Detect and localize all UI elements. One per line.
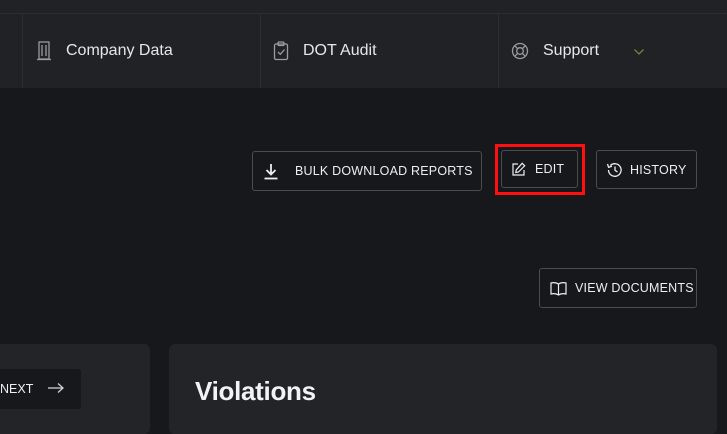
nav-item-label: Support — [543, 42, 600, 59]
nav-item-company-data[interactable]: Company Data — [36, 14, 173, 88]
arrow-right-icon — [47, 382, 65, 397]
bulk-download-label: BULK DOWNLOAD REPORTS — [295, 164, 473, 178]
edit-label: EDIT — [535, 162, 565, 176]
history-label: HISTORY — [630, 162, 687, 177]
bulk-download-reports-button[interactable]: BULK DOWNLOAD REPORTS — [252, 151, 482, 191]
top-strip — [0, 0, 727, 14]
next-button[interactable]: NEXT — [0, 369, 81, 409]
pencil-square-icon — [511, 161, 526, 177]
history-icon — [606, 162, 623, 178]
nav-item-label: DOT Audit — [303, 42, 377, 59]
nav-divider — [498, 14, 499, 88]
lifebuoy-icon — [511, 42, 529, 60]
history-button[interactable]: HISTORY — [596, 150, 697, 189]
clipboard-check-icon — [273, 41, 289, 61]
open-book-icon — [550, 281, 567, 296]
nav-item-support[interactable]: Support — [511, 14, 599, 88]
nav-item-dot-audit[interactable]: DOT Audit — [273, 14, 377, 88]
chevron-down-icon[interactable] — [633, 43, 645, 61]
view-documents-label: VIEW DOCUMENTS — [575, 281, 694, 295]
next-label: NEXT — [0, 382, 34, 396]
view-documents-button[interactable]: VIEW DOCUMENTS — [539, 268, 697, 308]
download-icon — [263, 163, 279, 180]
nav-divider — [22, 14, 23, 88]
edit-button[interactable]: EDIT — [501, 150, 578, 188]
nav-divider — [260, 14, 261, 88]
top-navbar: Company Data DOT Audit Support — [0, 14, 727, 88]
nav-item-label: Company Data — [66, 42, 173, 59]
violations-title: Violations — [195, 376, 316, 406]
building-icon — [36, 41, 52, 61]
